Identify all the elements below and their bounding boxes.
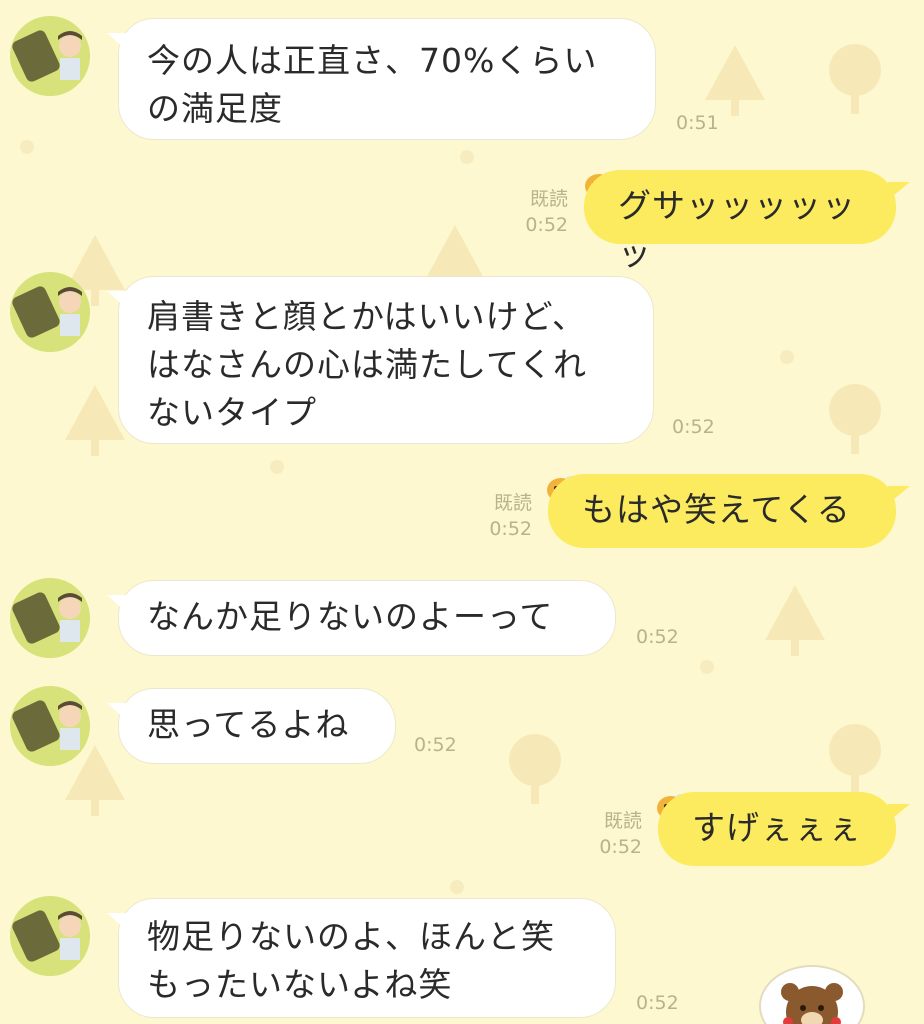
read-receipt: 既読 (493, 492, 532, 514)
avatar-icon (10, 272, 90, 352)
contact-avatar[interactable] (10, 16, 90, 96)
tree-icon (829, 44, 881, 114)
message-bubble-incoming[interactable]: なんか足りないのよーって (107, 580, 616, 656)
message-time: 0:52 (414, 734, 457, 756)
background-dot (460, 150, 474, 164)
tree-icon (765, 585, 825, 656)
contact-avatar[interactable] (10, 686, 90, 766)
bear-sticker-icon[interactable] (758, 962, 866, 1024)
background-dot (270, 460, 284, 474)
background-dot (450, 880, 464, 894)
message-meta: 既読 0:52 (464, 490, 532, 542)
avatar-icon (10, 578, 90, 658)
message-bubble-incoming[interactable]: 肩書きと顔とかはいいけど、 はなさんの心は満たしてくれ ないタイプ (107, 276, 654, 444)
tree-icon (829, 384, 881, 454)
read-receipt: 既読 (529, 188, 568, 210)
message-time: 0:51 (676, 112, 719, 134)
message-meta: 既読 0:52 (574, 808, 642, 860)
message-time: 0:52 (636, 992, 679, 1014)
tree-icon (705, 45, 765, 116)
message-bubble-outgoing[interactable]: グサッッッッッッ (584, 170, 910, 273)
background-dot (700, 660, 714, 674)
contact-avatar[interactable] (10, 896, 90, 976)
avatar-icon (10, 686, 90, 766)
message-meta: 既読 0:52 (500, 186, 568, 238)
message-bubble-incoming[interactable]: 今の人は正直さ、70%くらい の満足度 (107, 18, 656, 140)
avatar-icon (10, 16, 90, 96)
tree-icon (509, 734, 561, 804)
contact-avatar[interactable] (10, 272, 90, 352)
message-time: 0:52 (599, 836, 642, 858)
avatar-icon (10, 896, 90, 976)
contact-avatar[interactable] (10, 578, 90, 658)
message-bubble-incoming[interactable]: 思ってるよね (107, 688, 396, 764)
message-time: 0:52 (672, 416, 715, 438)
background-dot (780, 350, 794, 364)
background-dot (20, 140, 34, 154)
read-receipt: 既読 (603, 810, 642, 832)
message-time: 0:52 (489, 518, 532, 540)
message-bubble-outgoing[interactable]: もはや笑えてくる (548, 474, 910, 548)
tree-icon (829, 724, 881, 794)
message-bubble-incoming[interactable]: 物足りないのよ、ほんと笑 もったいないよね笑 (107, 898, 616, 1018)
message-time: 0:52 (636, 626, 679, 648)
message-bubble-outgoing[interactable]: すげぇぇぇ (658, 792, 910, 866)
message-time: 0:52 (525, 214, 568, 236)
